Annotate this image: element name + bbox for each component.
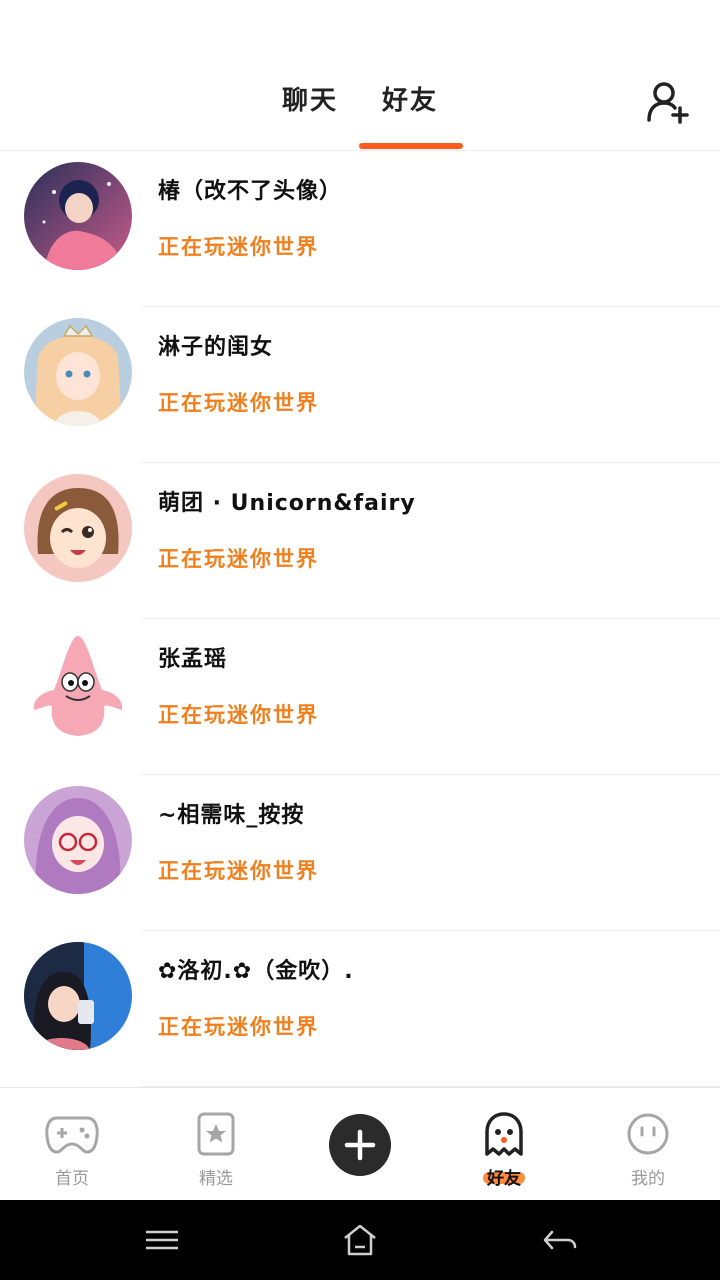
friend-name: ~相需味_按按	[158, 803, 305, 828]
system-back-button[interactable]	[540, 1222, 580, 1258]
nav-profile[interactable]: 我的	[576, 1088, 720, 1201]
friend-item[interactable]: ~相需味_按按 正在玩迷你世界	[0, 775, 720, 931]
friend-item[interactable]: ✿洛初.✿（金吹）. 正在玩迷你世界	[0, 931, 720, 1087]
star-bookmark-icon	[197, 1112, 235, 1156]
friend-status: 正在玩迷你世界	[158, 703, 319, 727]
nav-home[interactable]: 首页	[0, 1088, 144, 1201]
friend-name: 淋子的闺女	[158, 335, 274, 360]
friend-status: 正在玩迷你世界	[158, 235, 319, 259]
nav-featured[interactable]: 精选	[144, 1088, 288, 1201]
friend-item[interactable]: 萌团 · Unicorn&fairy 正在玩迷你世界	[0, 463, 720, 619]
plus-icon	[344, 1129, 376, 1161]
add-friend-button[interactable]	[644, 78, 692, 126]
friend-name: 张孟瑶	[158, 647, 228, 672]
tab-friends[interactable]: 好友	[382, 80, 438, 117]
nav-label: 我的	[631, 1169, 665, 1189]
friend-status: 正在玩迷你世界	[158, 547, 319, 571]
gamepad-icon	[45, 1116, 99, 1154]
nav-label: 首页	[55, 1169, 89, 1189]
nav-label: 精选	[199, 1169, 233, 1189]
avatar[interactable]	[24, 318, 132, 426]
tab-chat[interactable]: 聊天	[282, 80, 338, 117]
avatar[interactable]	[24, 630, 132, 738]
active-tab-indicator	[359, 143, 463, 149]
nav-label: 好友	[487, 1169, 521, 1189]
ghost-icon	[485, 1112, 523, 1156]
system-home-button[interactable]	[340, 1222, 380, 1258]
avatar[interactable]	[24, 942, 132, 1050]
home-icon	[344, 1224, 376, 1256]
system-nav-bar	[0, 1200, 720, 1280]
friend-item[interactable]: 张孟瑶 正在玩迷你世界	[0, 619, 720, 775]
system-menu-button[interactable]	[142, 1222, 182, 1258]
nav-friends[interactable]: 好友	[432, 1088, 576, 1201]
avatar[interactable]	[24, 162, 132, 270]
friend-item[interactable]: 淋子的闺女 正在玩迷你世界	[0, 307, 720, 463]
top-header: 聊天 好友	[0, 0, 720, 151]
add-user-icon	[647, 82, 689, 124]
avatar[interactable]	[24, 786, 132, 894]
friend-item[interactable]: 椿（改不了头像） 正在玩迷你世界	[0, 151, 720, 307]
bottom-nav: 首页 精选 好友 我的	[0, 1087, 720, 1200]
tab-bar: 聊天 好友	[0, 80, 720, 120]
create-button[interactable]	[329, 1114, 391, 1176]
menu-icon	[146, 1230, 178, 1250]
friend-name: 椿（改不了头像）	[158, 179, 343, 204]
friend-status: 正在玩迷你世界	[158, 859, 319, 883]
friend-name: ✿洛初.✿（金吹）.	[158, 959, 354, 984]
friend-name: 萌团 · Unicorn&fairy	[158, 491, 416, 516]
back-icon	[543, 1230, 577, 1250]
friend-list: 椿（改不了头像） 正在玩迷你世界 淋子的闺女 正在玩迷你世界 萌团 · Unic…	[0, 151, 720, 1087]
face-icon	[627, 1113, 669, 1155]
friend-status: 正在玩迷你世界	[158, 391, 319, 415]
friend-status: 正在玩迷你世界	[158, 1015, 319, 1039]
avatar[interactable]	[24, 474, 132, 582]
